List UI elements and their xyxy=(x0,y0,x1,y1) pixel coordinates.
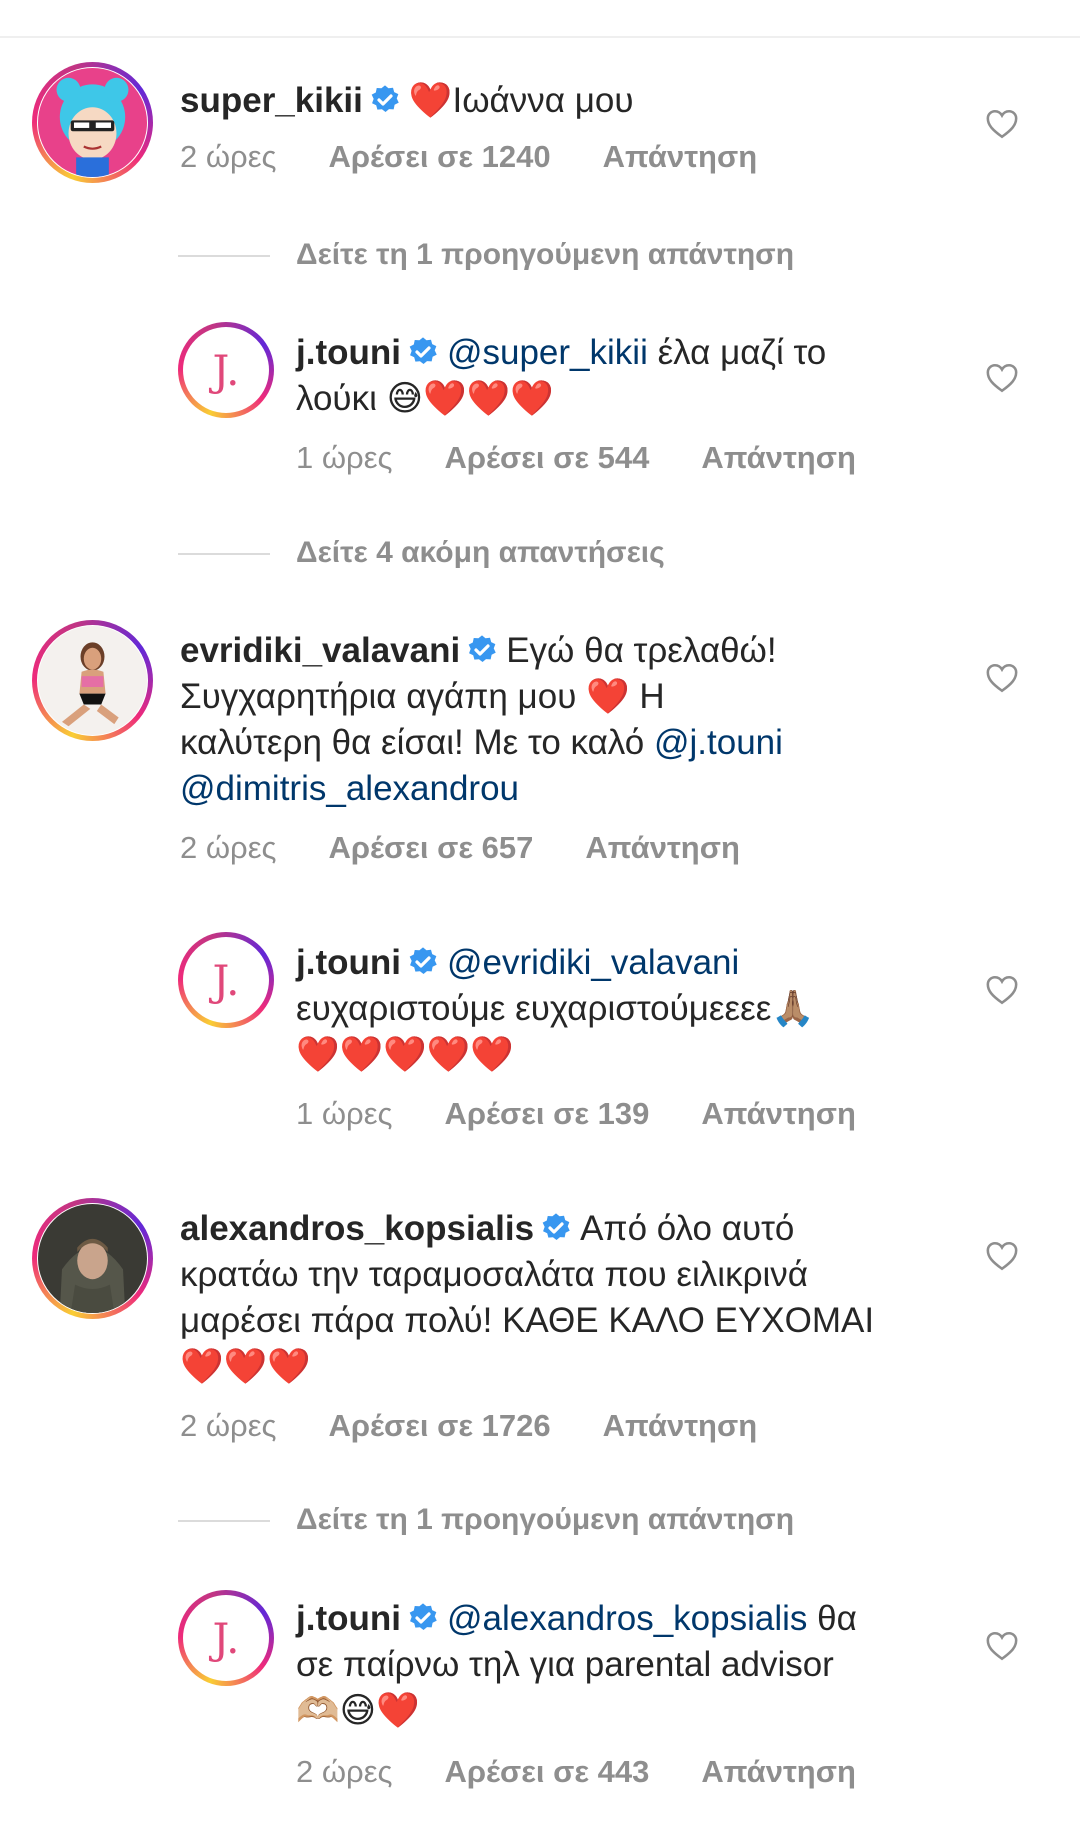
username[interactable]: j.touni xyxy=(296,333,401,372)
comment-meta: 1 ώρες Αρέσει σε 544 Απάντηση xyxy=(296,438,856,478)
likes-count[interactable]: Αρέσει σε 1726 xyxy=(328,1406,550,1446)
reply-button[interactable]: Απάντηση xyxy=(603,1406,757,1446)
username[interactable]: evridiki_valavani xyxy=(180,631,460,670)
reply-button[interactable]: Απάντηση xyxy=(603,137,757,177)
mention-link[interactable]: @j.touni xyxy=(654,723,783,762)
profile-photo-icon xyxy=(38,1204,147,1313)
comment-meta: 2 ώρες Αρέσει σε 657 Απάντηση xyxy=(180,828,740,868)
username[interactable]: j.touni xyxy=(296,1599,401,1638)
reply-button[interactable]: Απάντηση xyxy=(701,438,855,478)
timestamp: 2 ώρες xyxy=(296,1754,393,1789)
comment-body: alexandros_kopsialis Από όλο αυτό κρατάω … xyxy=(180,1206,980,1390)
comment-text: ευχαριστούμε ευχαριστούμεεεε🙏🏽 xyxy=(296,989,815,1028)
timestamp: 1 ώρες xyxy=(296,1096,393,1131)
reply-button[interactable]: Απάντηση xyxy=(701,1752,855,1792)
avatar[interactable] xyxy=(32,1198,153,1319)
verified-badge-icon xyxy=(371,85,399,112)
username[interactable]: j.touni xyxy=(296,943,401,982)
comment-body: j.touni @super_kikii έλα μαζί το λούκι 😅❤… xyxy=(296,330,976,422)
top-divider xyxy=(0,36,1080,38)
like-heart-icon[interactable] xyxy=(985,974,1019,1006)
j-touni-logo: J. xyxy=(212,345,240,395)
comment-body: super_kikii ❤️Ιωάννα μου xyxy=(180,78,960,124)
j-touni-logo: J. xyxy=(212,955,240,1005)
verified-badge-icon xyxy=(409,337,437,364)
avatar[interactable] xyxy=(32,620,153,741)
like-heart-icon[interactable] xyxy=(985,362,1019,394)
like-heart-icon[interactable] xyxy=(985,108,1019,140)
username[interactable]: alexandros_kopsialis xyxy=(180,1209,534,1248)
comment-text: Από όλο αυτό xyxy=(580,1209,795,1248)
comment-text: ❤️❤️❤️ xyxy=(180,1347,311,1386)
comment-text: θα xyxy=(817,1599,857,1638)
timestamp: 2 ώρες xyxy=(180,830,277,865)
likes-count[interactable]: Αρέσει σε 1240 xyxy=(328,137,550,177)
replies-divider xyxy=(178,553,270,556)
like-heart-icon[interactable] xyxy=(985,1630,1019,1662)
profile-photo-icon xyxy=(38,626,147,735)
username[interactable]: super_kikii xyxy=(180,81,363,120)
like-heart-icon[interactable] xyxy=(985,662,1019,694)
avatar[interactable]: J. xyxy=(178,1590,274,1686)
comment-text: Συγχαρητήρια αγάπη μου ❤️ Η xyxy=(180,677,665,716)
comment-text: σε παίρνω τηλ για parental advisor xyxy=(296,1645,834,1684)
likes-count[interactable]: Αρέσει σε 657 xyxy=(328,828,533,868)
avatar[interactable]: J. xyxy=(178,322,274,418)
comment-meta: 2 ώρες Αρέσει σε 1240 Απάντηση xyxy=(180,137,757,177)
timestamp: 2 ώρες xyxy=(180,1408,277,1443)
comment-text: κρατάω την ταραμοσαλάτα που ειλικρινά xyxy=(180,1255,809,1294)
cartoon-avatar-icon xyxy=(38,68,147,177)
view-previous-replies[interactable]: Δείτε τη 1 προηγούμενη απάντηση xyxy=(178,1500,794,1540)
avatar[interactable]: J. xyxy=(178,932,274,1028)
view-more-replies[interactable]: Δείτε 4 ακόμη απαντήσεις xyxy=(178,533,665,573)
mention-link[interactable]: @evridiki_valavani xyxy=(447,943,739,982)
replies-divider xyxy=(178,255,270,258)
comment-meta: 2 ώρες Αρέσει σε 1726 Απάντηση xyxy=(180,1406,757,1446)
verified-badge-icon xyxy=(542,1213,570,1240)
comment-body: j.touni @evridiki_valavani ευχαριστούμε ε… xyxy=(296,940,976,1078)
comment-text: Εγώ θα τρελαθώ! xyxy=(506,631,777,670)
mention-link[interactable]: @dimitris_alexandrou xyxy=(180,769,519,808)
comment-meta: 2 ώρες Αρέσει σε 443 Απάντηση xyxy=(296,1752,856,1792)
reply-button[interactable]: Απάντηση xyxy=(585,828,739,868)
avatar[interactable] xyxy=(32,62,153,183)
like-heart-icon[interactable] xyxy=(985,1240,1019,1272)
view-replies-label[interactable]: Δείτε τη 1 προηγούμενη απάντηση xyxy=(296,238,794,271)
view-replies-label[interactable]: Δείτε τη 1 προηγούμενη απάντηση xyxy=(296,1503,794,1536)
reply-button[interactable]: Απάντηση xyxy=(701,1094,855,1134)
comment-text: ❤️❤️❤️❤️❤️ xyxy=(296,1035,514,1074)
likes-count[interactable]: Αρέσει σε 139 xyxy=(444,1094,649,1134)
verified-badge-icon xyxy=(468,635,496,662)
timestamp: 2 ώρες xyxy=(180,139,277,174)
comment-text: καλύτερη θα είσαι! Με το καλό xyxy=(180,723,645,762)
likes-count[interactable]: Αρέσει σε 443 xyxy=(444,1752,649,1792)
j-touni-logo: J. xyxy=(212,1613,240,1663)
comment-text: λούκι 😅❤️❤️❤️ xyxy=(296,379,554,418)
view-previous-replies[interactable]: Δείτε τη 1 προηγούμενη απάντηση xyxy=(178,235,794,275)
comment-body: evridiki_valavani Εγώ θα τρελαθώ! Συγχαρη… xyxy=(180,628,970,812)
timestamp: 1 ώρες xyxy=(296,440,393,475)
view-replies-label[interactable]: Δείτε 4 ακόμη απαντήσεις xyxy=(296,536,665,569)
comment-text: 🫶🏼😅❤️ xyxy=(296,1691,420,1730)
verified-badge-icon xyxy=(409,1603,437,1630)
comment-body: j.touni @alexandros_kopsialis θα σε παίρν… xyxy=(296,1596,986,1734)
replies-divider xyxy=(178,1520,270,1523)
comment-meta: 1 ώρες Αρέσει σε 139 Απάντηση xyxy=(296,1094,856,1134)
comment-text: έλα μαζί το xyxy=(657,333,827,372)
likes-count[interactable]: Αρέσει σε 544 xyxy=(444,438,649,478)
mention-link[interactable]: @super_kikii xyxy=(447,333,648,372)
mention-link[interactable]: @alexandros_kopsialis xyxy=(447,1599,807,1638)
comment-text: μαρέσει πάρα πολύ! ΚΑΘΕ ΚΑΛΟ ΕΥΧΟΜΑΙ xyxy=(180,1301,875,1340)
comment-text: ❤️Ιωάννα μου xyxy=(408,81,634,120)
verified-badge-icon xyxy=(409,947,437,974)
